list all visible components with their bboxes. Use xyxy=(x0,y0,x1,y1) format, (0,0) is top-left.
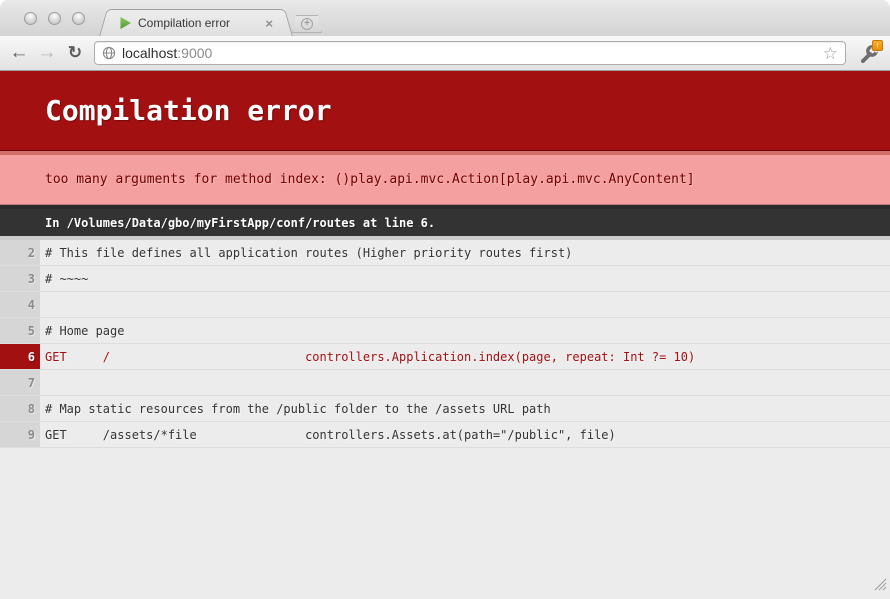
source-line: 4 xyxy=(0,292,890,318)
window-controls xyxy=(24,12,85,25)
source-line: 3# ~~~~ xyxy=(0,266,890,292)
bookmark-star-icon[interactable]: ☆ xyxy=(823,45,838,62)
source-line: 2# This file defines all application rou… xyxy=(0,240,890,266)
line-number: 7 xyxy=(0,370,40,395)
new-tab-button[interactable]: + xyxy=(292,15,322,33)
url-port: :9000 xyxy=(177,45,212,61)
url-text: localhost:9000 xyxy=(122,45,817,61)
forward-button[interactable]: → xyxy=(34,40,60,66)
source-lines: 2# This file defines all application rou… xyxy=(0,236,890,448)
url-host: localhost xyxy=(122,45,177,61)
line-number: 4 xyxy=(0,292,40,317)
zoom-window-button[interactable] xyxy=(72,12,85,25)
line-code: # This file defines all application rout… xyxy=(40,240,572,265)
update-badge-icon: ↑ xyxy=(872,40,883,51)
source-line: 5# Home page xyxy=(0,318,890,344)
line-number: 3 xyxy=(0,266,40,291)
back-button[interactable]: ← xyxy=(6,40,32,66)
error-detail: too many arguments for method index: ()p… xyxy=(0,151,890,205)
line-code xyxy=(40,292,45,317)
line-code: GET /assets/*file controllers.Assets.at(… xyxy=(40,422,616,447)
play-logo-icon xyxy=(119,16,132,30)
browser-window: Compilation error × + ← → ↻ localhost:90… xyxy=(0,0,890,599)
line-number: 6 xyxy=(0,344,40,369)
line-code: # ~~~~ xyxy=(40,266,88,291)
tab-title: Compilation error xyxy=(138,16,259,30)
new-tab-plus-icon: + xyxy=(301,18,313,30)
line-number: 8 xyxy=(0,396,40,421)
reload-button[interactable]: ↻ xyxy=(62,40,88,66)
line-code: # Home page xyxy=(40,318,124,343)
tab-compilation-error[interactable]: Compilation error × xyxy=(110,9,282,36)
page-title: Compilation error xyxy=(0,71,890,151)
page-content: Compilation error too many arguments for… xyxy=(0,71,890,599)
minimize-window-button[interactable] xyxy=(48,12,61,25)
line-number: 9 xyxy=(0,422,40,447)
browser-toolbar: ← → ↻ localhost:9000 ☆ ↑ xyxy=(0,36,890,71)
source-line: 7 xyxy=(0,370,890,396)
tab-close-icon[interactable]: × xyxy=(265,17,273,30)
wrench-menu-button[interactable]: ↑ xyxy=(854,39,884,67)
source-line-error: 6GET / controllers.Application.index(pag… xyxy=(0,344,890,370)
source-line: 9GET /assets/*file controllers.Assets.at… xyxy=(0,422,890,448)
tab-strip: Compilation error × + xyxy=(0,0,890,36)
error-location: In /Volumes/Data/gbo/myFirstApp/conf/rou… xyxy=(0,205,890,236)
line-code: GET / controllers.Application.index(page… xyxy=(40,344,695,369)
close-window-button[interactable] xyxy=(24,12,37,25)
source-line: 8# Map static resources from the /public… xyxy=(0,396,890,422)
resize-grip[interactable] xyxy=(873,577,887,596)
line-code xyxy=(40,370,45,395)
line-number: 2 xyxy=(0,240,40,265)
address-bar[interactable]: localhost:9000 ☆ xyxy=(94,41,846,65)
globe-icon xyxy=(102,46,116,60)
line-number: 5 xyxy=(0,318,40,343)
line-code: # Map static resources from the /public … xyxy=(40,396,551,421)
